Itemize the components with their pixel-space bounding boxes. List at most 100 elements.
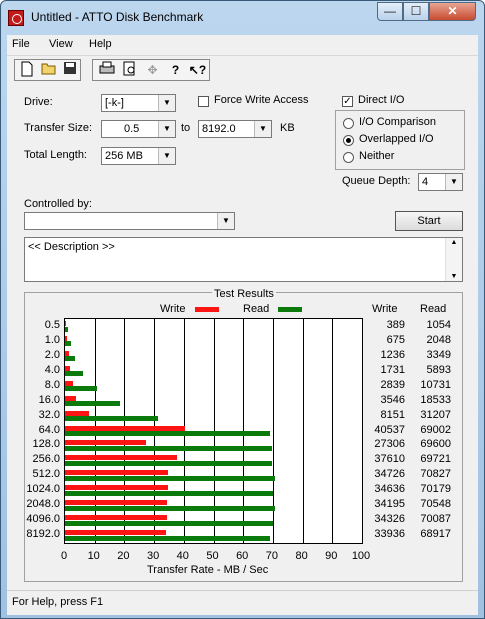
- minimize-button[interactable]: —: [377, 2, 403, 21]
- print-preview-icon[interactable]: [119, 61, 140, 80]
- x-tick-label: 40: [176, 550, 189, 562]
- overlapped-io-radio[interactable]: [343, 135, 354, 146]
- start-button[interactable]: Start: [395, 211, 463, 231]
- y-tick-label: 4096.0: [26, 513, 60, 526]
- write-value: 1731: [380, 363, 405, 376]
- read-value: 68917: [420, 528, 451, 541]
- context-help-icon[interactable]: ↖?: [187, 61, 208, 80]
- title-bar[interactable]: Untitled - ATTO Disk Benchmark — ☐ ✕: [1, 1, 484, 35]
- y-tick-label: 0.5: [44, 319, 60, 331]
- queue-depth-label: Queue Depth:: [342, 175, 411, 187]
- test-results-group: Test Results Write Read Write Read Trans…: [24, 288, 463, 582]
- app-icon: [8, 10, 24, 26]
- read-bar: [65, 505, 275, 511]
- force-write-checkbox[interactable]: [198, 96, 209, 107]
- close-button[interactable]: ✕: [429, 2, 476, 21]
- write-value: 34726: [374, 468, 405, 481]
- gridline: [302, 319, 304, 543]
- write-value: 389: [386, 319, 405, 331]
- chevron-down-icon: ▼: [158, 95, 175, 111]
- y-tick-label: 256.0: [32, 453, 60, 466]
- y-tick-label: 4.0: [44, 363, 60, 376]
- read-bar: [65, 460, 273, 466]
- gridline: [332, 319, 334, 543]
- transfer-size-label: Transfer Size:: [24, 122, 93, 134]
- drive-label: Drive:: [24, 96, 53, 108]
- new-file-icon[interactable]: [16, 61, 37, 80]
- x-tick-label: 80: [295, 550, 308, 562]
- controlled-by-select[interactable]: ▼: [24, 212, 235, 230]
- transfer-to-select[interactable]: 8192.0 ▼: [198, 120, 272, 138]
- help-icon[interactable]: ?: [165, 61, 186, 80]
- y-tick-label: 2048.0: [26, 498, 60, 511]
- window-title: Untitled - ATTO Disk Benchmark: [31, 10, 204, 24]
- x-axis-label: Transfer Rate - MB / Sec: [147, 564, 269, 576]
- transfer-from-select[interactable]: 0.5 ▼: [101, 120, 176, 138]
- force-write-label: Force Write Access: [214, 94, 309, 106]
- io-mode-group: I/O Comparison Overlapped I/O Neither: [335, 110, 465, 170]
- legend-read-label: Read: [243, 303, 270, 315]
- chevron-down-icon: ▼: [217, 213, 234, 229]
- y-tick-label: 16.0: [38, 393, 60, 406]
- print-icon[interactable]: [96, 61, 117, 80]
- write-bar: [65, 425, 186, 431]
- x-tick-label: 50: [206, 550, 219, 562]
- description-box[interactable]: << Description >> ▲ ▼: [24, 237, 463, 282]
- status-bar: For Help, press F1: [7, 590, 478, 615]
- io-comparison-radio[interactable]: [343, 118, 354, 129]
- test-results-label: Test Results: [212, 288, 276, 300]
- save-icon[interactable]: [59, 61, 80, 80]
- menu-file[interactable]: File: [12, 38, 30, 50]
- y-tick-label: 128.0: [32, 438, 60, 451]
- write-bar: [65, 500, 167, 506]
- x-tick-label: 0: [60, 550, 68, 562]
- legend-write-swatch: [195, 307, 219, 312]
- y-tick-label: 32.0: [38, 408, 60, 421]
- read-bar: [65, 475, 276, 481]
- read-value: 31207: [420, 408, 451, 421]
- read-bar: [65, 535, 270, 541]
- menu-view[interactable]: View: [49, 38, 73, 50]
- maximize-button[interactable]: ☐: [403, 2, 429, 21]
- read-bar: [65, 341, 72, 347]
- read-value: 3349: [426, 348, 451, 361]
- direct-io-checkbox[interactable]: ✓: [342, 96, 353, 107]
- scroll-up-icon[interactable]: ▲: [446, 239, 462, 246]
- chart-plot-area: [64, 318, 363, 544]
- read-value: 70827: [420, 468, 451, 481]
- write-value: 34326: [374, 513, 405, 526]
- direct-io-label: Direct I/O: [358, 94, 405, 106]
- io-comparison-label: I/O Comparison: [359, 116, 437, 128]
- read-value: 69002: [420, 423, 451, 436]
- move-icon[interactable]: ✥: [142, 61, 163, 80]
- write-value: 34636: [374, 483, 405, 496]
- write-bar: [65, 395, 76, 401]
- x-tick-label: 100: [351, 550, 371, 562]
- neither-label: Neither: [359, 150, 395, 162]
- read-bar: [65, 386, 97, 392]
- x-tick-label: 60: [236, 550, 249, 562]
- y-tick-label: 1024.0: [26, 483, 60, 496]
- legend-write-label: Write: [160, 303, 186, 315]
- drive-value: [-k-]: [105, 97, 124, 109]
- queue-depth-value: 4: [422, 176, 429, 188]
- write-value: 1236: [380, 348, 405, 361]
- scroll-down-icon[interactable]: ▼: [446, 273, 462, 280]
- write-value: 675: [386, 333, 405, 346]
- description-scrollbar[interactable]: ▲ ▼: [445, 238, 462, 281]
- queue-depth-select[interactable]: 4 ▼: [418, 173, 463, 191]
- read-bar: [65, 326, 69, 332]
- overlapped-io-label: Overlapped I/O: [359, 133, 434, 145]
- write-value: 33936: [374, 528, 405, 541]
- read-bar: [65, 401, 121, 407]
- drive-select[interactable]: [-k-] ▼: [101, 94, 176, 112]
- write-bar: [65, 515, 167, 521]
- menu-help[interactable]: Help: [89, 38, 112, 50]
- x-tick-label: 90: [325, 550, 338, 562]
- neither-radio[interactable]: [343, 152, 354, 163]
- total-length-select[interactable]: 256 MB ▼: [101, 147, 176, 165]
- legend-read-swatch: [278, 307, 302, 312]
- open-folder-icon[interactable]: [38, 61, 59, 80]
- read-value: 5893: [426, 363, 451, 376]
- x-tick-label: 30: [146, 550, 160, 562]
